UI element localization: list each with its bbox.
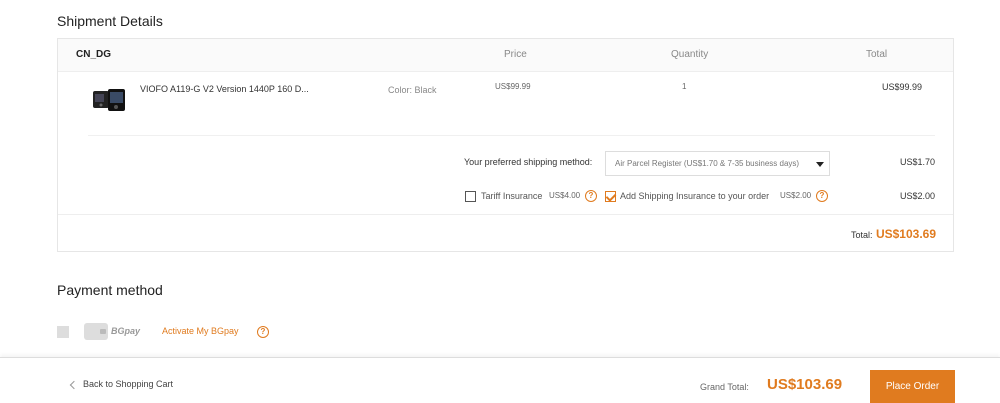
product-thumbnail[interactable] <box>88 83 128 117</box>
shipping-cost: US$1.70 <box>899 157 935 167</box>
tariff-help-icon[interactable]: ? <box>585 190 597 202</box>
shipment-details-title: Shipment Details <box>57 13 163 29</box>
tariff-insurance-checkbox[interactable] <box>465 191 476 202</box>
wallet-icon <box>84 323 108 340</box>
payment-method-title: Payment method <box>57 282 163 298</box>
total-divider <box>58 214 953 215</box>
price-column-header: Price <box>504 49 527 60</box>
shipping-insurance-checkbox[interactable] <box>605 191 616 202</box>
item-divider <box>88 135 935 136</box>
tariff-insurance-price: US$4.00 <box>549 191 581 200</box>
chevron-left-icon <box>69 380 79 390</box>
product-total: US$99.99 <box>881 82 922 92</box>
caret-down-icon <box>816 162 824 167</box>
bgpay-help-icon[interactable]: ? <box>257 326 269 338</box>
place-order-button[interactable]: Place Order <box>870 370 955 403</box>
bgpay-radio[interactable] <box>57 326 69 338</box>
insurance-help-icon[interactable]: ? <box>816 190 828 202</box>
product-name-link[interactable]: VIOFO A119-G V2 Version 1440P 160 D... <box>140 84 309 94</box>
shipping-method-label: Your preferred shipping method: <box>464 157 593 167</box>
activate-bgpay-link[interactable]: Activate My BGpay <box>162 326 239 336</box>
back-to-cart-link[interactable]: Back to Shopping Cart <box>83 379 173 389</box>
total-value: US$103.69 <box>875 227 936 241</box>
total-label: Total: <box>851 230 873 240</box>
product-color: Color: Black <box>388 85 437 95</box>
checkout-footer: Back to Shopping Cart Grand Total: US$10… <box>0 357 1000 403</box>
insurance-cost: US$2.00 <box>899 191 935 201</box>
product-price: US$99.99 <box>495 82 531 91</box>
shipping-method-selected: Air Parcel Register (US$1.70 & 7-35 busi… <box>615 159 800 168</box>
total-column-header: Total <box>866 49 888 60</box>
bgpay-logo: BGpay <box>111 326 141 336</box>
grand-total-label: Grand Total: <box>700 382 749 392</box>
shipment-panel: CN_DG Price Quantity Total VIOFO A119-G … <box>57 38 954 252</box>
shipping-insurance-price: US$2.00 <box>780 191 812 200</box>
shipping-insurance-label: Add Shipping Insurance to your order <box>620 191 770 201</box>
product-quantity: 1 <box>682 82 687 91</box>
shipping-method-select[interactable]: Air Parcel Register (US$1.70 & 7-35 busi… <box>605 151 830 176</box>
shipment-table-header: CN_DG Price Quantity Total <box>58 39 953 72</box>
grand-total-value: US$103.69 <box>767 376 843 393</box>
quantity-column-header: Quantity <box>671 49 709 60</box>
tariff-insurance-label: Tariff Insurance <box>481 191 543 201</box>
warehouse-label: CN_DG <box>76 49 112 60</box>
